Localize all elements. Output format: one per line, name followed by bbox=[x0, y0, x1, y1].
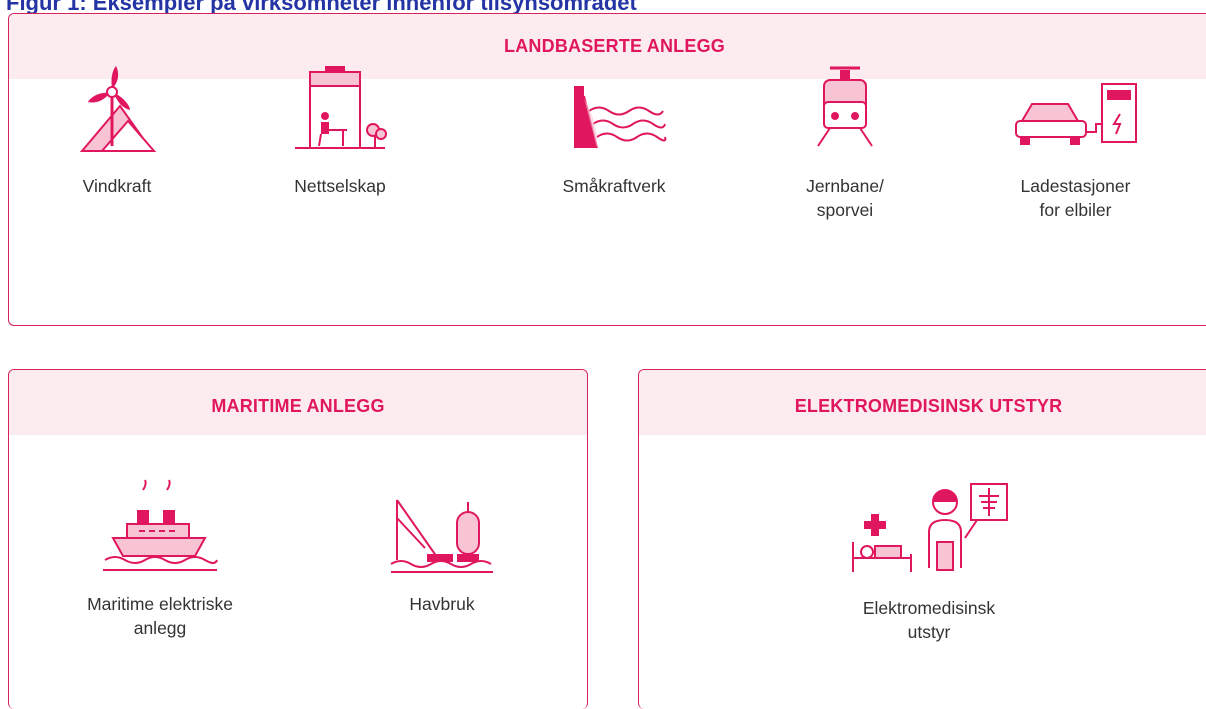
hydropower-dam-icon bbox=[574, 86, 667, 149]
diagram-node-maritime: Maritime elektriske anlegg bbox=[65, 478, 255, 640]
item-label: Maritime elektriske anlegg bbox=[87, 594, 233, 638]
ship-icon bbox=[103, 479, 218, 571]
land-based-panel: LANDBASERTE ANLEGG Vindkraft Nettselskap… bbox=[8, 13, 1206, 326]
item-label: Ladestasjoner for elbiler bbox=[1020, 176, 1131, 220]
medical-equipment-icon bbox=[852, 483, 1008, 572]
office-building-icon bbox=[295, 66, 387, 149]
diagram-node-medical: Elektromedisinsk utstyr bbox=[819, 482, 1039, 644]
maritime-panel: MARITIME ANLEGG Maritime elektriske anle… bbox=[8, 369, 588, 709]
item-label: Havbruk bbox=[409, 594, 475, 614]
panel-heading: ELEKTROMEDISINSK UTSTYR bbox=[639, 370, 1206, 435]
diagram-node-wind: Vindkraft bbox=[57, 66, 177, 198]
diagram-node-grid: Nettselskap bbox=[280, 66, 400, 198]
item-label: Småkraftverk bbox=[562, 176, 666, 196]
item-label: Elektromedisinsk utstyr bbox=[862, 598, 996, 642]
wind-turbine-icon bbox=[79, 66, 157, 152]
item-label: Jernbane/ sporvei bbox=[806, 176, 884, 220]
medical-panel: ELEKTROMEDISINSK UTSTYR Elektromedisinsk… bbox=[638, 369, 1206, 709]
panel-heading: MARITIME ANLEGG bbox=[9, 370, 587, 435]
item-label: Nettselskap bbox=[294, 176, 386, 196]
ev-charging-icon bbox=[1014, 83, 1137, 145]
train-icon bbox=[817, 66, 873, 147]
diagram-node-hydropower: Småkraftverk bbox=[549, 66, 679, 198]
item-label: Vindkraft bbox=[82, 176, 152, 196]
diagram-node-ev-charging: Ladestasjoner for elbiler bbox=[1003, 66, 1148, 222]
fish-farm-icon bbox=[390, 499, 493, 573]
diagram-node-fish-farm: Havbruk bbox=[387, 478, 497, 616]
diagram-node-railway: Jernbane/ sporvei bbox=[785, 66, 905, 222]
